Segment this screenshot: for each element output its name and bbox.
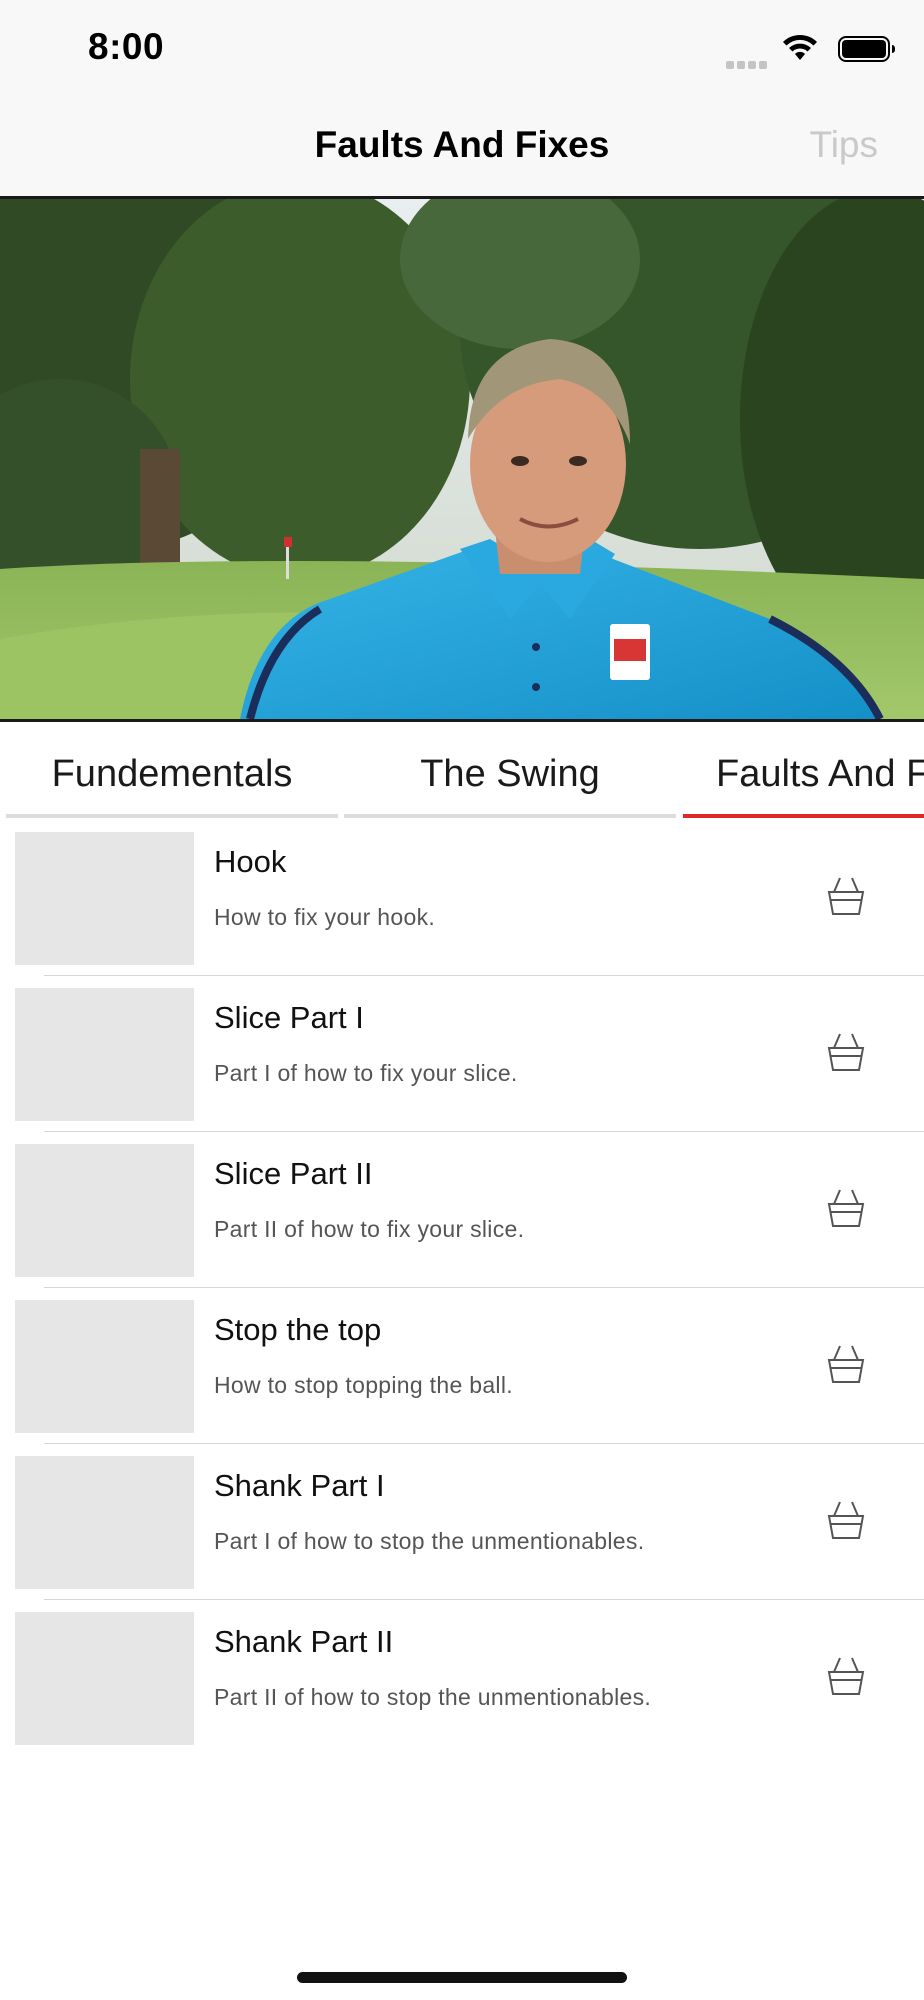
tab-label: The Swing [420, 753, 600, 795]
wifi-icon [783, 34, 817, 60]
page-title: Faults And Fixes [314, 124, 610, 165]
basket-icon[interactable] [826, 1342, 866, 1386]
lesson-thumbnail [15, 1300, 194, 1433]
basket-icon[interactable] [826, 1030, 866, 1074]
lesson-subtitle: Part I of how to stop the unmentionables… [214, 1528, 645, 1554]
status-bar: 8:00 [0, 0, 924, 100]
lesson-thumbnail [15, 1612, 194, 1745]
lesson-thumbnail [15, 988, 194, 1121]
lesson-title: Slice Part I [214, 1000, 364, 1035]
lesson-subtitle: Part II of how to stop the unmentionable… [214, 1684, 652, 1710]
lesson-title: Hook [214, 844, 287, 879]
video-preview[interactable] [0, 199, 924, 722]
lesson-subtitle: Part I of how to fix your slice. [214, 1060, 518, 1086]
navigation-bar: Faults And Fixes Tips [0, 100, 924, 199]
tab-indicator [344, 814, 676, 818]
basket-icon[interactable] [826, 1186, 866, 1230]
lesson-title: Slice Part II [214, 1156, 373, 1191]
tab-fundementals[interactable]: Fundementals [6, 722, 338, 818]
list-item[interactable]: Shank Part II Part II of how to stop the… [0, 1600, 924, 1756]
tips-button[interactable]: Tips [809, 124, 878, 166]
lesson-title: Shank Part II [214, 1624, 394, 1659]
lesson-subtitle: Part II of how to fix your slice. [214, 1216, 525, 1242]
list-item[interactable]: Slice Part II Part II of how to fix your… [0, 1132, 924, 1288]
lesson-list: Hook How to fix your hook. Slice Part I … [0, 820, 924, 1756]
lesson-thumbnail [15, 832, 194, 965]
tab-indicator-active [683, 814, 924, 818]
status-time: 8:00 [88, 26, 165, 67]
list-item[interactable]: Slice Part I Part I of how to fix your s… [0, 976, 924, 1132]
tab-faults-and-fixes[interactable]: Faults And Fixes [683, 722, 924, 818]
lesson-title: Shank Part I [214, 1468, 385, 1503]
tab-indicator [6, 814, 338, 818]
tab-the-swing[interactable]: The Swing [344, 722, 676, 818]
lesson-thumbnail [15, 1144, 194, 1277]
home-indicator[interactable] [297, 1972, 627, 1983]
lesson-title: Stop the top [214, 1312, 382, 1347]
basket-icon[interactable] [826, 1498, 866, 1542]
lesson-subtitle: How to stop topping the ball. [214, 1372, 513, 1398]
list-item[interactable]: Shank Part I Part I of how to stop the u… [0, 1444, 924, 1600]
basket-icon[interactable] [826, 874, 866, 918]
tab-label: Fundementals [51, 753, 293, 795]
lesson-thumbnail [15, 1456, 194, 1589]
tab-label: Faults And Fixes [716, 753, 924, 795]
lesson-subtitle: How to fix your hook. [214, 904, 436, 930]
coach-image [0, 199, 924, 719]
category-tabs: Fundementals The Swing Faults And Fixes [0, 722, 924, 818]
basket-icon[interactable] [826, 1654, 866, 1698]
list-item[interactable]: Hook How to fix your hook. [0, 820, 924, 976]
signal-icon [726, 56, 770, 69]
battery-icon [838, 36, 895, 62]
list-item[interactable]: Stop the top How to stop topping the bal… [0, 1288, 924, 1444]
